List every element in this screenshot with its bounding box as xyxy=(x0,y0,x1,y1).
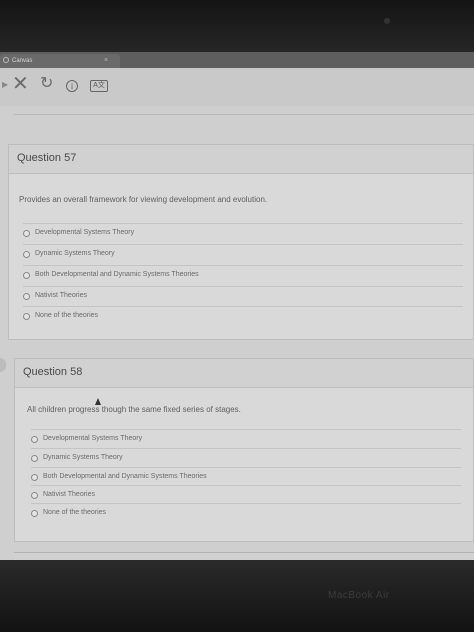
radio-button[interactable] xyxy=(23,313,30,320)
radio-button[interactable] xyxy=(31,510,38,517)
browser-toolbar: ▶ ✕ ↻ i A文 xyxy=(0,68,474,106)
answer-option[interactable]: Developmental Systems Theory xyxy=(31,429,461,449)
answer-option[interactable]: Dynamic Systems Theory xyxy=(23,244,463,264)
option-label: Nativist Theories xyxy=(43,491,96,498)
option-label: Developmental Systems Theory xyxy=(43,435,143,442)
radio-button[interactable] xyxy=(23,293,30,300)
question-header: Question 58 xyxy=(15,359,473,388)
answer-option[interactable]: Both Developmental and Dynamic Systems T… xyxy=(31,467,461,487)
translate-icon[interactable]: A文 xyxy=(90,80,108,92)
canvas-favicon-icon xyxy=(3,57,9,63)
device-label: MacBook Air xyxy=(328,590,390,601)
tab-close-icon[interactable]: × xyxy=(104,54,108,68)
question-text: All children progress though the same fi… xyxy=(27,405,241,414)
laptop-bezel-top xyxy=(0,0,474,52)
option-label: Both Developmental and Dynamic Systems T… xyxy=(35,271,199,278)
question-text: Provides an overall framework for viewin… xyxy=(19,195,268,204)
question-title: Question 57 xyxy=(17,152,77,164)
answer-option[interactable]: None of the theories xyxy=(31,503,461,523)
reload-icon[interactable]: ↻ xyxy=(40,74,53,94)
side-collapse-tab[interactable] xyxy=(0,358,6,372)
info-icon[interactable]: i xyxy=(66,80,78,92)
camera-icon xyxy=(384,18,390,24)
answer-option[interactable]: Nativist Theories xyxy=(23,286,463,306)
question-card-58: Question 58 All children progress though… xyxy=(14,358,474,542)
option-label: None of the theories xyxy=(43,509,107,516)
answer-option[interactable]: None of the theories xyxy=(23,306,463,326)
radio-button[interactable] xyxy=(23,272,30,279)
answer-option[interactable]: Developmental Systems Theory xyxy=(23,223,463,243)
browser-viewport: ▶ ✕ ↻ i A文 Question 57 Provides an overa… xyxy=(0,68,474,561)
radio-button[interactable] xyxy=(31,436,38,443)
question-card-57: Question 57 Provides an overall framewor… xyxy=(8,144,474,340)
radio-button[interactable] xyxy=(31,474,38,481)
mouse-cursor-icon xyxy=(95,398,101,405)
radio-button[interactable] xyxy=(31,492,38,499)
radio-button[interactable] xyxy=(31,455,38,462)
browser-tab[interactable]: Canvas × xyxy=(0,54,120,68)
option-label: Both Developmental and Dynamic Systems T… xyxy=(43,473,207,480)
divider xyxy=(14,114,474,115)
option-label: Dynamic Systems Theory xyxy=(35,250,115,257)
radio-button[interactable] xyxy=(23,251,30,258)
question-header: Question 57 xyxy=(9,145,473,174)
answer-option[interactable]: Nativist Theories xyxy=(31,485,461,505)
option-label: None of the theories xyxy=(35,312,99,319)
answer-option[interactable]: Dynamic Systems Theory xyxy=(31,448,461,468)
tab-title: Canvas xyxy=(12,58,33,64)
question-title: Question 58 xyxy=(23,366,83,378)
laptop-bezel-bottom: MacBook Air xyxy=(0,560,474,632)
close-icon[interactable]: ✕ xyxy=(12,72,29,96)
browser-tab-bar: Canvas × xyxy=(0,52,474,68)
answer-option[interactable]: Both Developmental and Dynamic Systems T… xyxy=(23,265,463,285)
radio-button[interactable] xyxy=(23,230,30,237)
option-label: Dynamic Systems Theory xyxy=(43,454,123,461)
option-label: Developmental Systems Theory xyxy=(35,229,135,236)
chevron-right-icon[interactable]: ▶ xyxy=(2,80,8,89)
option-label: Nativist Theories xyxy=(35,292,88,299)
